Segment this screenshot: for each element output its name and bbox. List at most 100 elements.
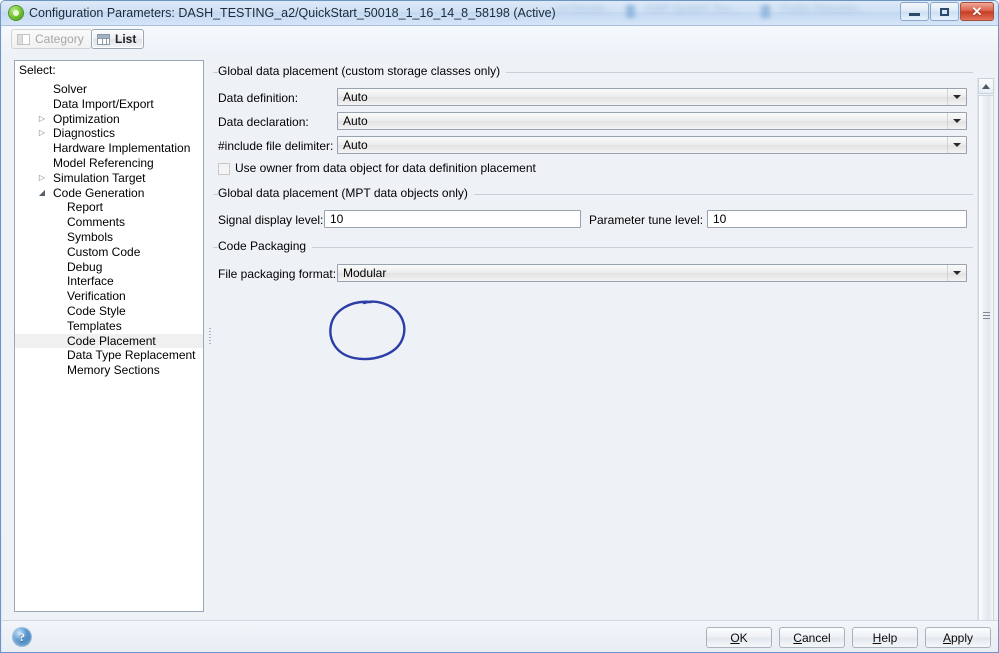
settings-pane: Global data placement (custom storage cl… — [213, 60, 973, 612]
title-bar: ...nt Develo... AMP System Too... Public… — [1, 1, 998, 26]
sidebar-item-templates[interactable]: Templates — [15, 319, 203, 334]
sidebar-item-diagnostics[interactable]: ▷ Diagnostics — [15, 126, 203, 141]
signal-display-level-label: Signal display level: — [218, 213, 324, 227]
background-ghost-text-3: Public Reposito... — [781, 3, 867, 15]
sidebar-item-label: Comments — [67, 215, 126, 230]
list-view-button[interactable]: List — [91, 29, 145, 49]
sidebar-item-code-placement[interactable]: Code Placement — [15, 333, 203, 349]
configuration-parameters-window: ...nt Develo... AMP System Too... Public… — [0, 0, 999, 653]
data-declaration-label: Data declaration: — [218, 115, 309, 129]
view-toolbar: Category List — [2, 26, 998, 53]
sidebar-item-label: Diagnostics — [53, 126, 116, 141]
sidebar-item-verification[interactable]: Verification — [15, 289, 203, 304]
chevron-down-icon[interactable] — [947, 265, 965, 281]
category-view-label: Category — [35, 32, 84, 46]
dialog-footer: ? OK Cancel Help Apply — [2, 620, 998, 652]
minimize-button[interactable] — [900, 2, 929, 21]
group-title: Global data placement (MPT data objects … — [218, 186, 474, 200]
include-file-delimiter-label: #include file delimiter: — [218, 139, 334, 153]
sidebar-item-memory-sections[interactable]: Memory Sections — [15, 363, 203, 378]
sidebar-item-label: Data Import/Export — [53, 96, 154, 111]
sidebar-item-label: Code Placement — [67, 333, 156, 348]
scroll-thumb[interactable] — [978, 95, 994, 639]
sidebar-item-report[interactable]: Report — [15, 200, 203, 215]
file-packaging-format-label: File packaging format: — [218, 267, 337, 281]
cancel-button-label: Cancel — [793, 630, 831, 645]
cancel-button[interactable]: Cancel — [779, 627, 845, 648]
signal-display-level-value: 10 — [330, 212, 344, 226]
include-file-delimiter-value: Auto — [343, 138, 368, 152]
sidebar-item-code-generation[interactable]: ◢ Code Generation — [15, 186, 203, 201]
vertical-scrollbar[interactable] — [977, 78, 994, 652]
file-packaging-format-value: Modular — [343, 266, 387, 280]
file-packaging-format-combo[interactable]: Modular — [337, 264, 967, 282]
tree-collapsed-icon[interactable]: ▷ — [36, 112, 48, 127]
sidebar-item-interface[interactable]: Interface — [15, 274, 203, 289]
help-question-icon[interactable]: ? — [13, 628, 31, 646]
use-owner-checkbox-label: Use owner from data object for data defi… — [235, 161, 536, 175]
configuration-tree: Solver Data Import/Export ▷ Optimization ▷ Di… — [15, 82, 203, 378]
sidebar-item-data-import-export[interactable]: Data Import/Export — [15, 97, 203, 112]
data-declaration-combo[interactable]: Auto — [337, 112, 967, 130]
sidebar-item-label: Report — [67, 200, 104, 215]
chevron-down-icon[interactable] — [947, 137, 965, 153]
sidebar-item-model-referencing[interactable]: Model Referencing — [15, 156, 203, 171]
parameter-tune-level-input[interactable]: 10 — [707, 210, 967, 228]
background-ghost-icon-2 — [761, 5, 770, 18]
sidebar-item-simulation-target[interactable]: ▷ Simulation Target — [15, 171, 203, 186]
list-view-label: List — [115, 32, 137, 46]
dialog-content: Select: Solver Data Import/Export ▷ Optimiz… — [2, 52, 998, 652]
sidebar-item-label: Code Style — [67, 303, 126, 318]
data-definition-value: Auto — [343, 90, 368, 104]
maximize-button[interactable] — [930, 2, 959, 21]
ok-button[interactable]: OK — [706, 627, 772, 648]
include-file-delimiter-combo[interactable]: Auto — [337, 136, 967, 154]
close-button[interactable]: ✕ — [960, 2, 994, 21]
sidebar-item-label: Memory Sections — [67, 363, 160, 378]
sidebar-item-optimization[interactable]: ▷ Optimization — [15, 112, 203, 127]
sidebar-item-solver[interactable]: Solver — [15, 82, 203, 97]
sidebar-item-label: Interface — [67, 274, 114, 289]
signal-display-level-input[interactable]: 10 — [324, 210, 581, 228]
tree-collapsed-icon[interactable]: ▷ — [36, 126, 48, 141]
data-definition-combo[interactable]: Auto — [337, 88, 967, 106]
sidebar-item-data-type-replacement[interactable]: Data Type Replacement — [15, 348, 203, 363]
tree-expanded-icon[interactable]: ◢ — [36, 186, 48, 201]
maximize-icon — [931, 3, 958, 20]
sidebar-item-label: Optimization — [53, 111, 120, 126]
select-panel: Select: Solver Data Import/Export ▷ Optimiz… — [14, 60, 204, 612]
close-icon: ✕ — [971, 3, 983, 19]
ok-button-label: OK — [730, 630, 748, 645]
parameter-tune-level-label: Parameter tune level: — [589, 213, 704, 227]
help-button[interactable]: Help — [852, 627, 918, 648]
apply-button-label: Apply — [942, 630, 974, 645]
scroll-up-icon[interactable] — [978, 78, 994, 94]
sidebar-item-label: Data Type Replacement — [67, 348, 196, 363]
sidebar-item-symbols[interactable]: Symbols — [15, 230, 203, 245]
tree-collapsed-icon[interactable]: ▷ — [36, 171, 48, 186]
sidebar-item-label: Verification — [67, 289, 126, 304]
sidebar-item-label: Debug — [67, 259, 103, 274]
category-view-button[interactable]: Category — [11, 29, 92, 49]
sidebar-item-custom-code[interactable]: Custom Code — [15, 245, 203, 260]
background-ghost-text-1: ...nt Develo... — [549, 3, 614, 15]
sidebar-item-label: Templates — [67, 318, 122, 333]
parameter-tune-level-value: 10 — [713, 212, 727, 226]
simulink-icon — [9, 6, 23, 20]
chevron-down-icon[interactable] — [947, 113, 965, 129]
category-view-icon — [17, 33, 30, 45]
sidebar-item-label: Solver — [53, 82, 88, 96]
sidebar-item-label: Custom Code — [67, 244, 141, 259]
minimize-icon — [901, 3, 928, 20]
sidebar-item-label: Symbols — [67, 229, 114, 244]
chevron-down-icon[interactable] — [947, 89, 965, 105]
background-ghost-icon-1 — [626, 5, 635, 18]
sidebar-item-hardware-implementation[interactable]: Hardware Implementation — [15, 141, 203, 156]
apply-button[interactable]: Apply — [925, 627, 991, 648]
sidebar-item-debug[interactable]: Debug — [15, 260, 203, 275]
window-title: Configuration Parameters: DASH_TESTING_a… — [29, 6, 556, 20]
use-owner-checkbox[interactable] — [218, 163, 230, 175]
help-button-label: Help — [872, 630, 898, 645]
sidebar-item-code-style[interactable]: Code Style — [15, 304, 203, 319]
sidebar-item-comments[interactable]: Comments — [15, 215, 203, 230]
